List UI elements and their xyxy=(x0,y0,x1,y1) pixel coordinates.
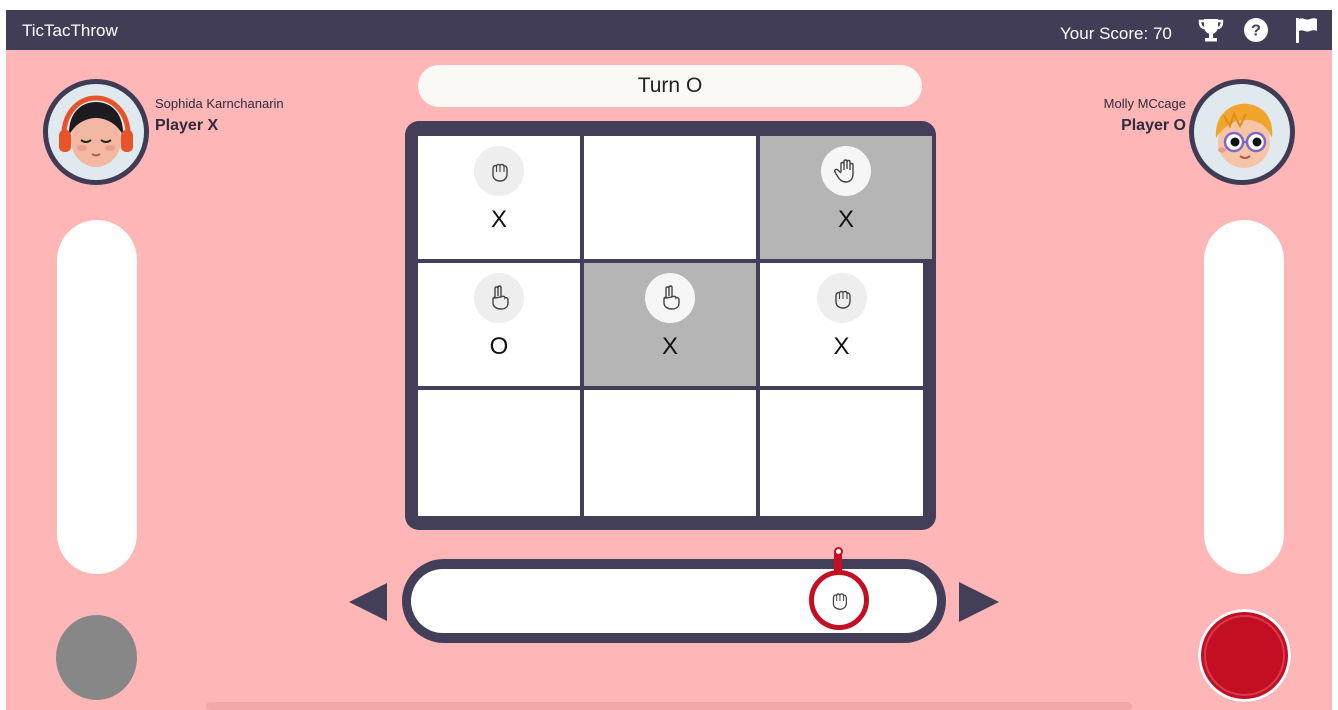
top-bar: TicTacThrow Your Score: 70 ? xyxy=(6,10,1332,50)
player-x-avatar xyxy=(43,79,149,185)
svg-text:?: ? xyxy=(1251,23,1261,40)
cell-mark: X xyxy=(490,206,507,233)
game-screen: TicTacThrow Your Score: 70 ? Sophida Kar… xyxy=(6,10,1332,710)
player-x-track xyxy=(57,220,137,574)
score-value: 70 xyxy=(1152,24,1172,43)
board-cell-8[interactable] xyxy=(584,390,756,516)
player-o-avatar xyxy=(1189,79,1295,185)
aim-left-arrow-icon[interactable] xyxy=(349,583,387,621)
avatar-girl-glasses-icon xyxy=(1215,103,1273,168)
rock-hand-icon xyxy=(832,593,848,610)
player-x-label: Player X xyxy=(155,117,219,134)
cell-mark: O xyxy=(489,333,509,360)
cell-mark: X xyxy=(837,206,854,233)
rock-hand-icon xyxy=(816,273,867,323)
board-cell-9[interactable] xyxy=(760,390,923,516)
aim-slider-handle[interactable] xyxy=(809,570,869,630)
player-o-throw-button[interactable] xyxy=(1198,609,1291,702)
cell-mark: X xyxy=(661,333,678,360)
paper-hand-icon xyxy=(821,146,871,196)
board-cell-5[interactable]: X xyxy=(584,263,756,386)
turn-indicator: Turn O xyxy=(418,65,922,107)
scissors-hand-icon xyxy=(474,273,524,323)
scissors-hand-icon xyxy=(645,273,695,323)
player-x-name: Sophida Karnchanarin xyxy=(155,96,284,111)
score-display: Your Score: 70 xyxy=(1060,24,1172,44)
rock-hand-icon xyxy=(474,146,524,196)
help-icon[interactable]: ? xyxy=(1242,16,1270,44)
player-o-track xyxy=(1204,220,1284,574)
player-x-throw-button[interactable] xyxy=(56,615,137,700)
board-cell-1[interactable]: X xyxy=(418,136,580,259)
board-cell-6[interactable]: X xyxy=(760,263,923,386)
player-o-name: Molly MCcage xyxy=(1103,96,1186,111)
flag-icon[interactable] xyxy=(1292,16,1320,44)
trophy-icon[interactable] xyxy=(1197,16,1225,44)
board-cell-4[interactable]: O xyxy=(418,263,580,386)
board-cell-3[interactable]: X xyxy=(760,136,932,259)
game-board: X X O X X xyxy=(405,121,936,530)
player-o-label: Player O xyxy=(1121,117,1186,134)
bottom-edge-shadow xyxy=(206,702,1132,710)
app-title: TicTacThrow xyxy=(22,21,118,40)
board-cell-7[interactable] xyxy=(418,390,580,516)
score-label: Your Score: xyxy=(1060,24,1149,43)
cell-mark: X xyxy=(833,333,850,360)
aim-handle-dot xyxy=(834,547,843,556)
avatar-girl-headphones-icon xyxy=(59,95,133,167)
board-cell-2[interactable] xyxy=(584,136,756,259)
aim-right-arrow-icon[interactable] xyxy=(959,582,999,622)
